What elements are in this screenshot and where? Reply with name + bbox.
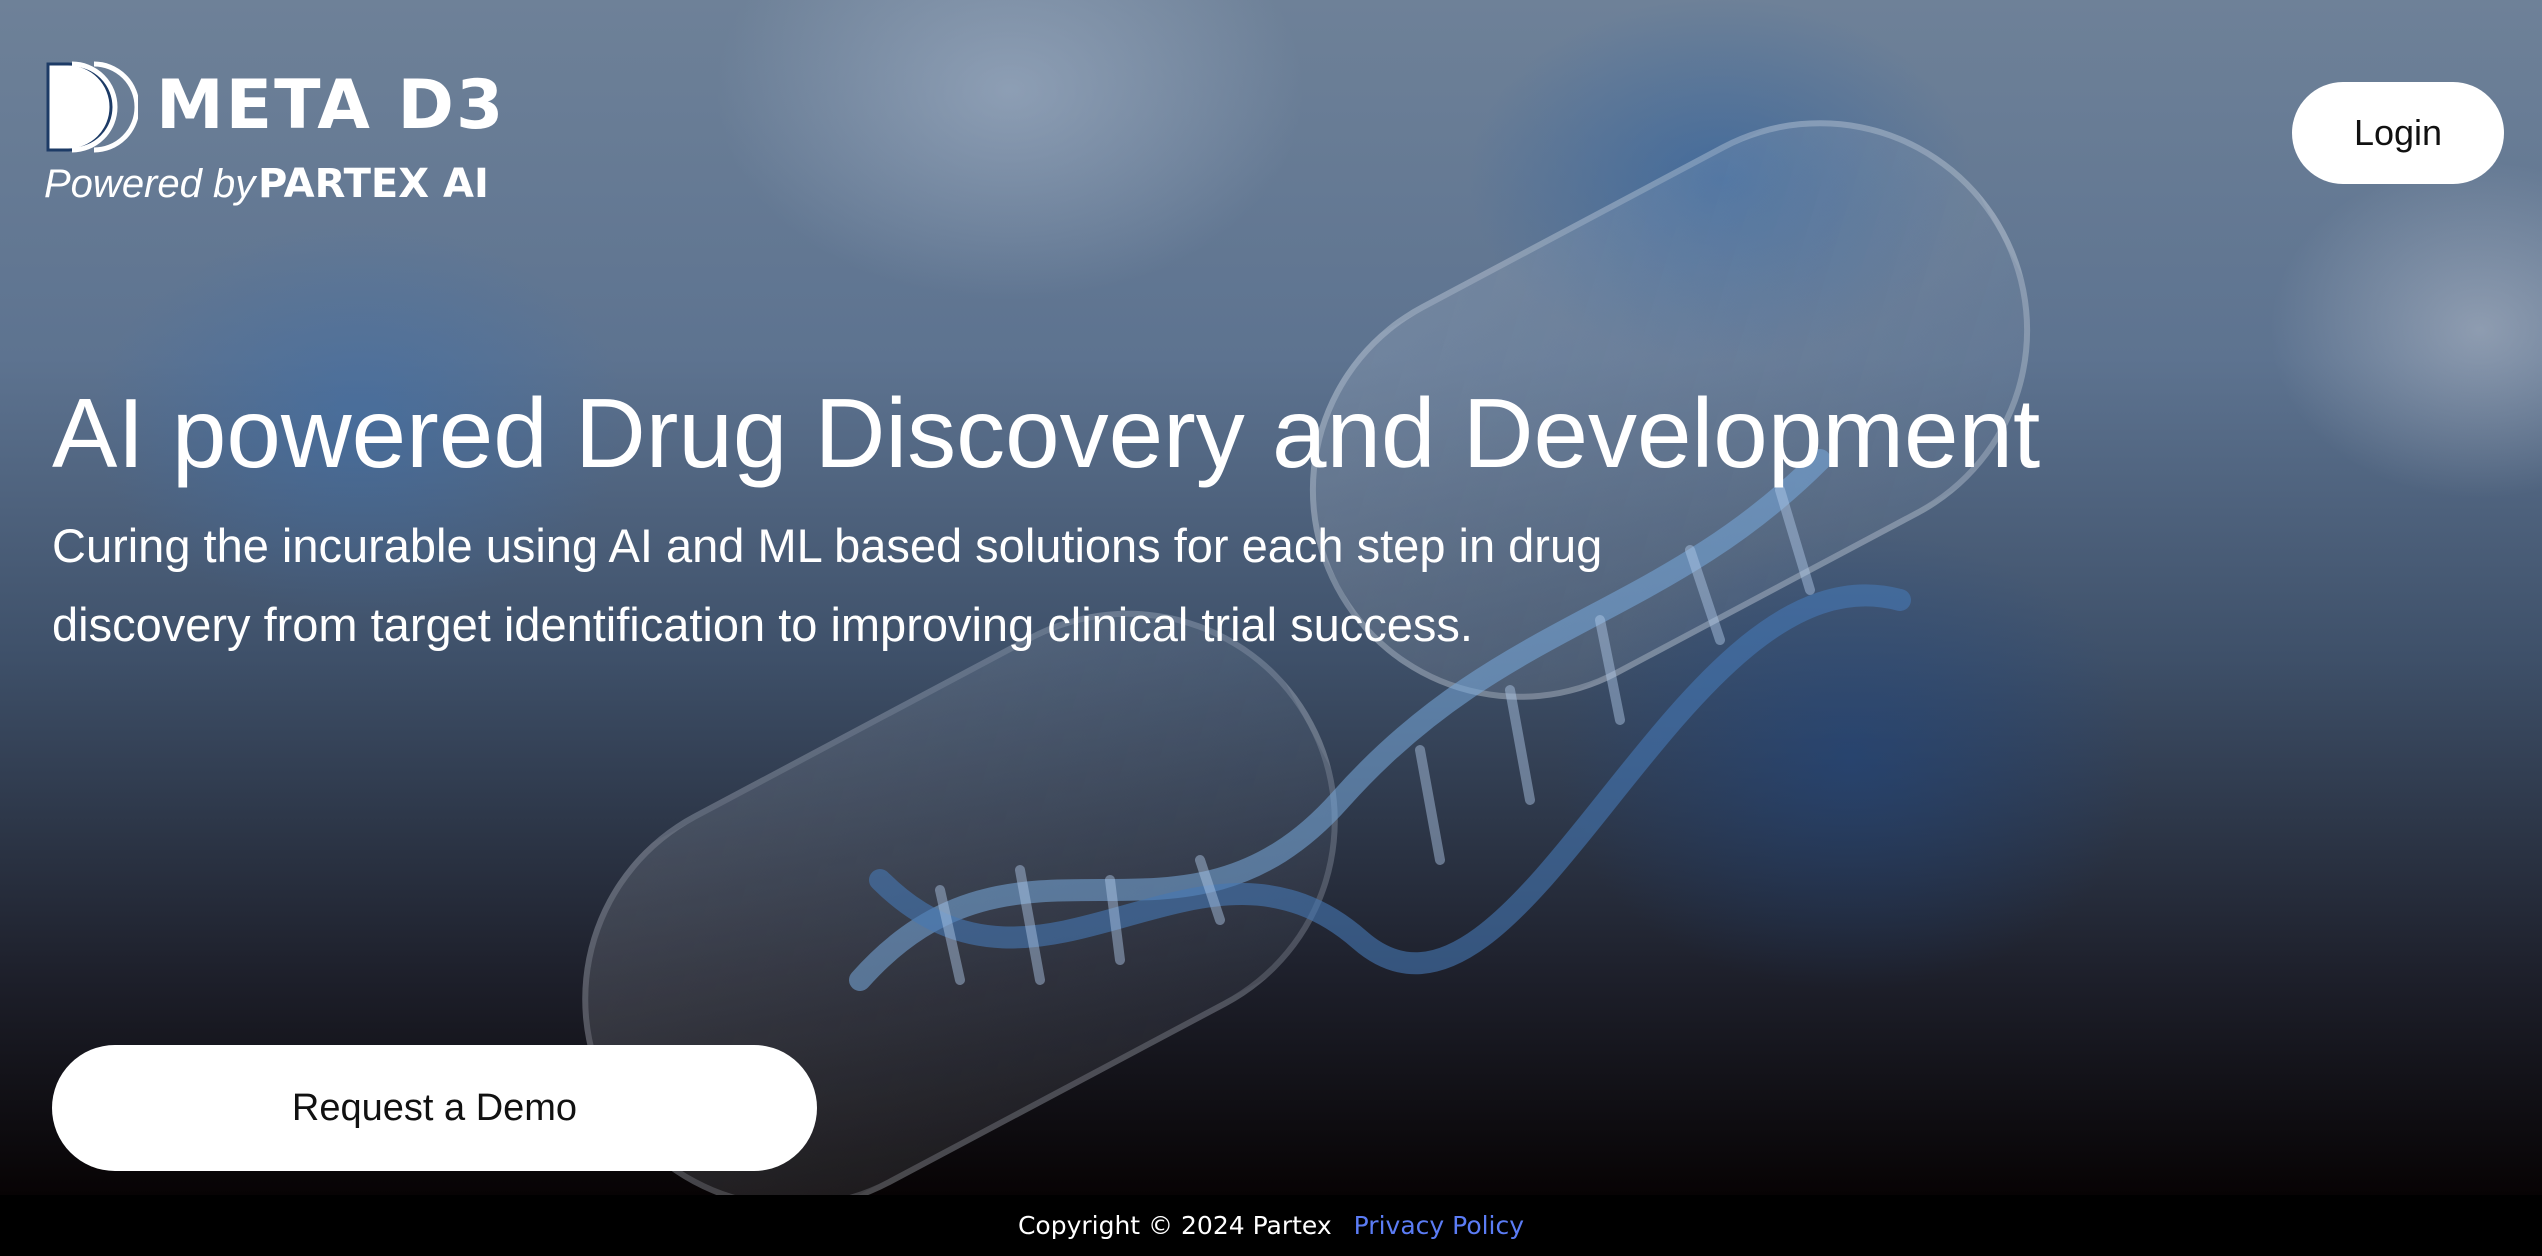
privacy-policy-link[interactable]: Privacy Policy (1354, 1211, 1524, 1240)
request-demo-button[interactable]: Request a Demo (52, 1045, 817, 1171)
hero-subtext: Curing the incurable using AI and ML bas… (52, 519, 1603, 651)
powered-by-label: Powered by (44, 162, 256, 206)
hero-headline: AI powered Drug Discovery and Developmen… (52, 378, 2041, 488)
triple-half-circle-logo-icon (46, 61, 138, 153)
brand-name: META D3 (156, 66, 506, 145)
brand-logo[interactable]: META D3 Powered by PARTEX AI (44, 58, 503, 208)
login-button[interactable]: Login (2292, 82, 2504, 184)
footer: Copyright © 2024 Partex Privacy Policy (0, 1195, 2542, 1256)
company-name: PARTEX AI (258, 161, 489, 207)
copyright-text: Copyright © 2024 Partex (1017, 1211, 1332, 1240)
